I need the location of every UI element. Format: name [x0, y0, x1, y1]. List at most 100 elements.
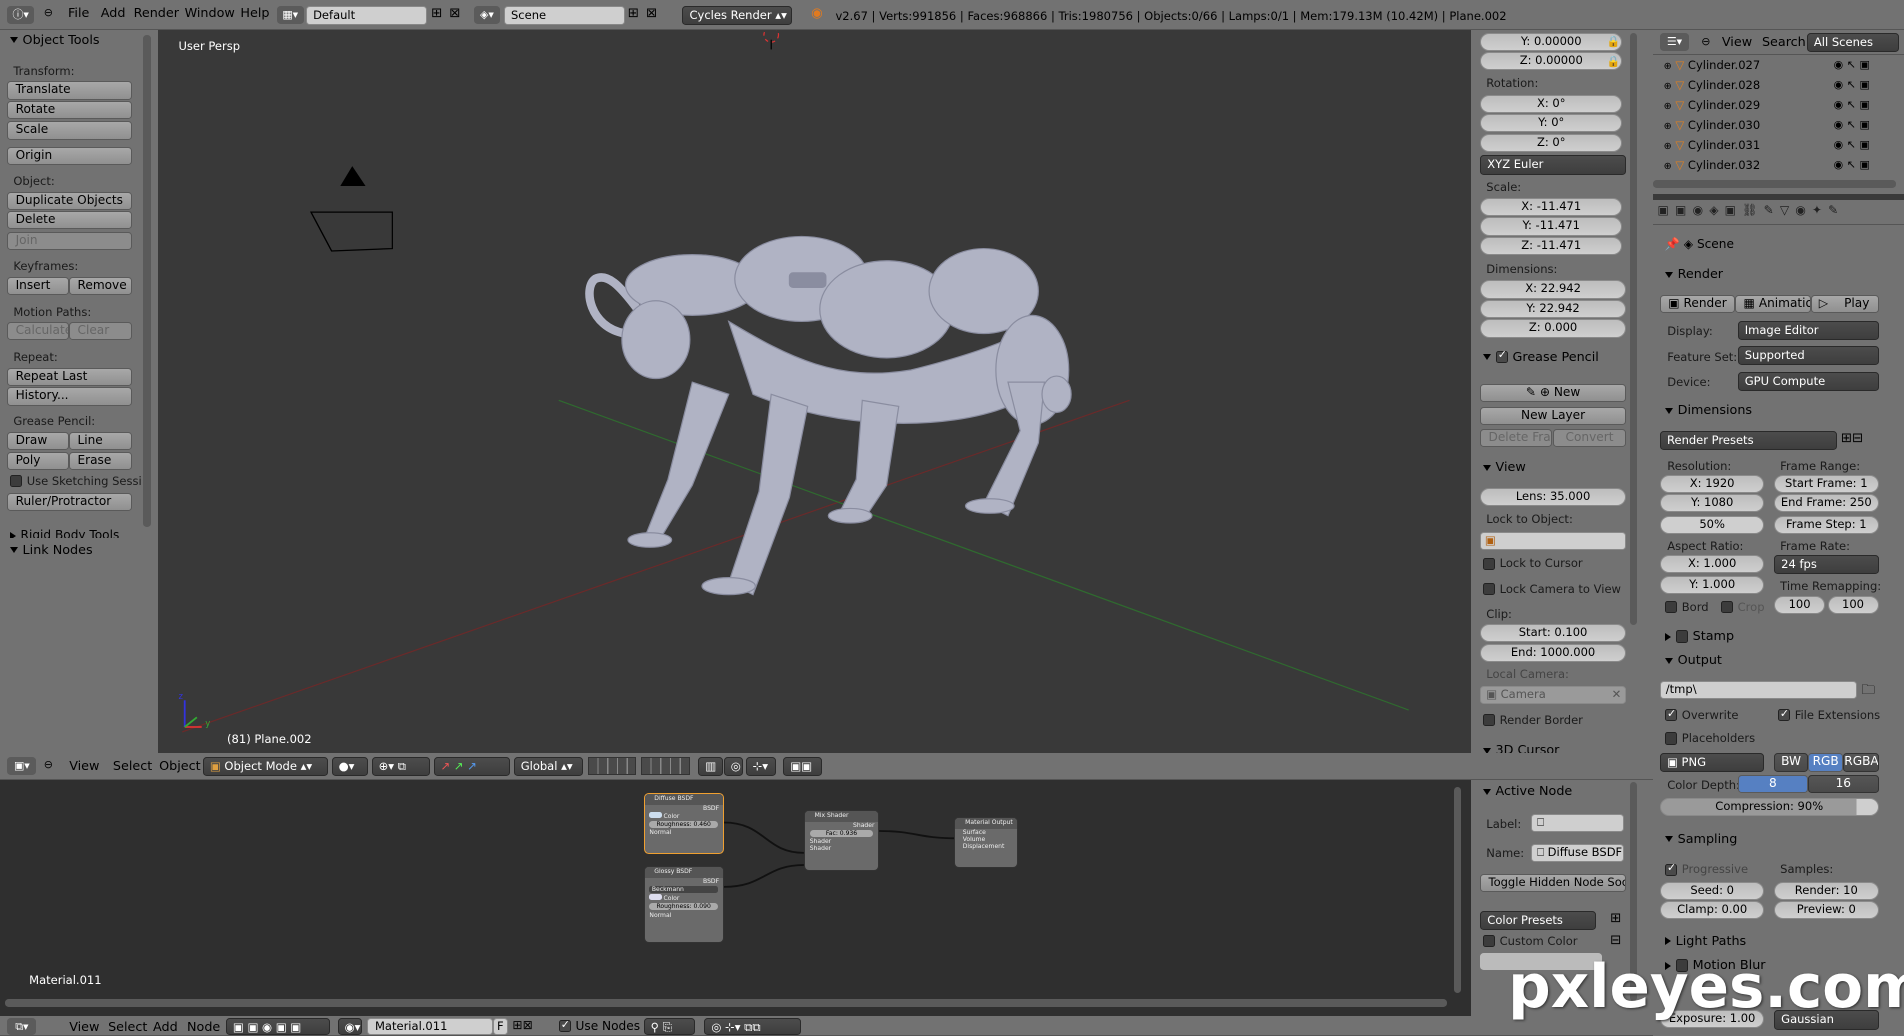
- visibility-icons[interactable]: ◉↖▣: [1834, 98, 1874, 111]
- rigid-body-tools-header[interactable]: Rigid Body Tools: [9, 528, 119, 538]
- lock-object-field[interactable]: ▣: [1480, 531, 1626, 551]
- depth-8-button[interactable]: 8: [1737, 774, 1809, 793]
- node-menu-select[interactable]: Select: [108, 1020, 147, 1035]
- clip-start-field[interactable]: Start: 0.100: [1480, 624, 1626, 643]
- render-presets-dropdown[interactable]: Render Presets: [1659, 431, 1838, 451]
- render-preview-icon[interactable]: ▣▣: [783, 756, 823, 776]
- expand-icon[interactable]: ⊕: [1664, 81, 1672, 92]
- render-samples-field[interactable]: Render: 10: [1774, 881, 1879, 900]
- lock-y-icon[interactable]: 🔒: [1607, 35, 1621, 48]
- material-name-field[interactable]: Material.011: [366, 1017, 493, 1035]
- node-pin-icons[interactable]: ⚲ ⎘: [643, 1017, 695, 1035]
- ruler-button[interactable]: Ruler/Protractor: [7, 492, 133, 512]
- properties-scrollbar[interactable]: [1629, 32, 1637, 626]
- overwrite-checkbox[interactable]: Overwrite: [1664, 707, 1738, 722]
- line-button[interactable]: Line: [69, 432, 133, 451]
- scale-x-field[interactable]: X: -11.471: [1480, 197, 1623, 217]
- node-mix-shader[interactable]: Mix Shader Shader Fac: 0.936 Shader Shad…: [803, 809, 880, 871]
- render-panel-header[interactable]: Render: [1664, 267, 1723, 282]
- preview-samples-field[interactable]: Preview: 0: [1774, 901, 1879, 920]
- delete-button[interactable]: Delete: [7, 211, 133, 230]
- fake-user-button[interactable]: F: [493, 1017, 508, 1035]
- visibility-icons[interactable]: ◉↖▣: [1834, 78, 1874, 91]
- render-button[interactable]: ▣ Render: [1659, 295, 1736, 314]
- insert-keyframe-button[interactable]: Insert: [7, 276, 70, 296]
- layer-buttons-2[interactable]: [641, 756, 690, 775]
- scene-icon[interactable]: ◈▾: [473, 6, 501, 25]
- outliner-hscrollbar[interactable]: [1652, 179, 1896, 189]
- rotation-x-field[interactable]: X: 0°: [1480, 94, 1623, 113]
- collapse-menu-icon[interactable]: ⊖: [44, 6, 53, 19]
- color-rgba-button[interactable]: RGBA: [1843, 752, 1879, 773]
- use-sketching-checkbox[interactable]: Use Sketching Sessi: [9, 474, 142, 488]
- location-z-field[interactable]: Z: 0.00000: [1480, 52, 1623, 71]
- properties-context-icons[interactable]: ▣▣◉◈▣⛓✎▽◉✦✎: [1658, 203, 1901, 221]
- output-folder-icon[interactable]: 🗀: [1862, 681, 1875, 703]
- clamp-field[interactable]: Clamp: 0.00: [1659, 901, 1765, 920]
- vp-menu-select[interactable]: Select: [113, 759, 152, 774]
- translate-button[interactable]: Translate: [7, 81, 133, 100]
- compression-slider[interactable]: Compression: 90%: [1659, 797, 1879, 816]
- file-extensions-checkbox[interactable]: File Extensions: [1777, 707, 1880, 722]
- local-camera-field[interactable]: ▣ Camera ✕: [1480, 686, 1626, 705]
- node-menu-node[interactable]: Node: [187, 1020, 220, 1035]
- color-presets-dropdown[interactable]: Color Presets: [1480, 910, 1596, 931]
- join-button[interactable]: Join: [7, 231, 133, 251]
- start-frame-field[interactable]: Start Frame: 1: [1774, 474, 1879, 493]
- manipulator-buttons[interactable]: ↗ ↗ ↗: [433, 756, 510, 776]
- vp-menu-object[interactable]: Object: [159, 759, 201, 774]
- poly-button[interactable]: Poly: [7, 451, 70, 470]
- orientation-dropdown[interactable]: Global ▴▾: [513, 756, 583, 776]
- mode-dropdown[interactable]: ▣ Object Mode ▴▾: [202, 756, 328, 776]
- add-scene-icon[interactable]: ⊞: [628, 6, 639, 21]
- rotation-y-field[interactable]: Y: 0°: [1480, 114, 1623, 133]
- progressive-checkbox[interactable]: Progressive: [1664, 861, 1748, 876]
- depth-16-button[interactable]: 16: [1808, 774, 1879, 793]
- scale-button[interactable]: Scale: [7, 121, 133, 140]
- aspect-x-field[interactable]: X: 1.000: [1659, 554, 1765, 574]
- 3d-viewport[interactable]: User Persp (81) Plane.002 y z: [157, 30, 1471, 753]
- file-format-dropdown[interactable]: ▣ PNG: [1659, 752, 1765, 773]
- pivot-dropdown[interactable]: ⊕▾ ⧉: [371, 756, 430, 776]
- resolution-y-field[interactable]: Y: 1080: [1659, 494, 1765, 513]
- node-tree-type-buttons[interactable]: ▣ ▣ ◉ ▣ ▣: [225, 1017, 331, 1035]
- node-editor[interactable]: Diffuse BSDF BSDF Color Roughness: 0.460…: [0, 779, 1471, 1017]
- repeat-last-button[interactable]: Repeat Last: [7, 367, 133, 387]
- frame-step-field[interactable]: Frame Step: 1: [1774, 516, 1879, 535]
- lock-camera-checkbox[interactable]: Lock Camera to View: [1482, 582, 1621, 596]
- node-snap-icons[interactable]: ◎ ⊹▾ ⧉⧉: [704, 1017, 802, 1035]
- add-color-preset-icon[interactable]: ⊞: [1610, 911, 1621, 926]
- remove-keyframe-button[interactable]: Remove: [69, 276, 133, 296]
- calculate-button[interactable]: Calculate: [7, 321, 70, 340]
- light-paths-header[interactable]: Light Paths: [1664, 934, 1746, 949]
- render-border-checkbox[interactable]: Render Border: [1482, 713, 1583, 727]
- visibility-icons[interactable]: ◉↖▣: [1834, 58, 1874, 71]
- expand-icon[interactable]: ⊕: [1664, 141, 1672, 152]
- node-diffuse-bsdf[interactable]: Diffuse BSDF BSDF Color Roughness: 0.460…: [643, 792, 724, 854]
- dimension-z-field[interactable]: Z: 0.000: [1480, 319, 1626, 338]
- outliner-row[interactable]: ⊕ ▽ Cylinder.030 ◉↖▣: [1664, 118, 1870, 137]
- visibility-icons[interactable]: ◉↖▣: [1834, 118, 1874, 131]
- remap-old-field[interactable]: 100: [1774, 596, 1826, 615]
- node-label-field[interactable]: ⎕: [1531, 813, 1624, 832]
- add-material-icon[interactable]: ⊞⊠: [512, 1018, 532, 1032]
- origin-button[interactable]: Origin: [7, 146, 133, 166]
- feature-set-dropdown[interactable]: Supported: [1737, 346, 1879, 366]
- animation-button[interactable]: ▦ Animation: [1735, 295, 1811, 314]
- info-editor-icon[interactable]: ⓘ▾: [7, 6, 34, 25]
- render-engine-dropdown[interactable]: Cycles Render ▴▾: [682, 6, 792, 26]
- menu-render[interactable]: Render: [134, 6, 179, 21]
- border-checkbox[interactable]: Bord: [1664, 600, 1709, 614]
- outliner-type-icon[interactable]: ☰▾: [1659, 32, 1690, 51]
- clear-button[interactable]: Clear: [69, 321, 133, 340]
- node-menu-view[interactable]: View: [69, 1020, 99, 1035]
- scale-z-field[interactable]: Z: -11.471: [1480, 236, 1623, 255]
- expand-icon[interactable]: ⊕: [1664, 121, 1672, 132]
- view-panel-header[interactable]: View: [1482, 460, 1526, 475]
- rotate-button[interactable]: Rotate: [7, 100, 133, 119]
- remap-new-field[interactable]: 100: [1827, 596, 1879, 615]
- scale-y-field[interactable]: Y: -11.471: [1480, 217, 1623, 236]
- outliner-menu-search[interactable]: Search: [1762, 35, 1806, 50]
- dimension-y-field[interactable]: Y: 22.942: [1480, 299, 1626, 319]
- node-editor-type-icon[interactable]: ⧉▾: [7, 1017, 37, 1035]
